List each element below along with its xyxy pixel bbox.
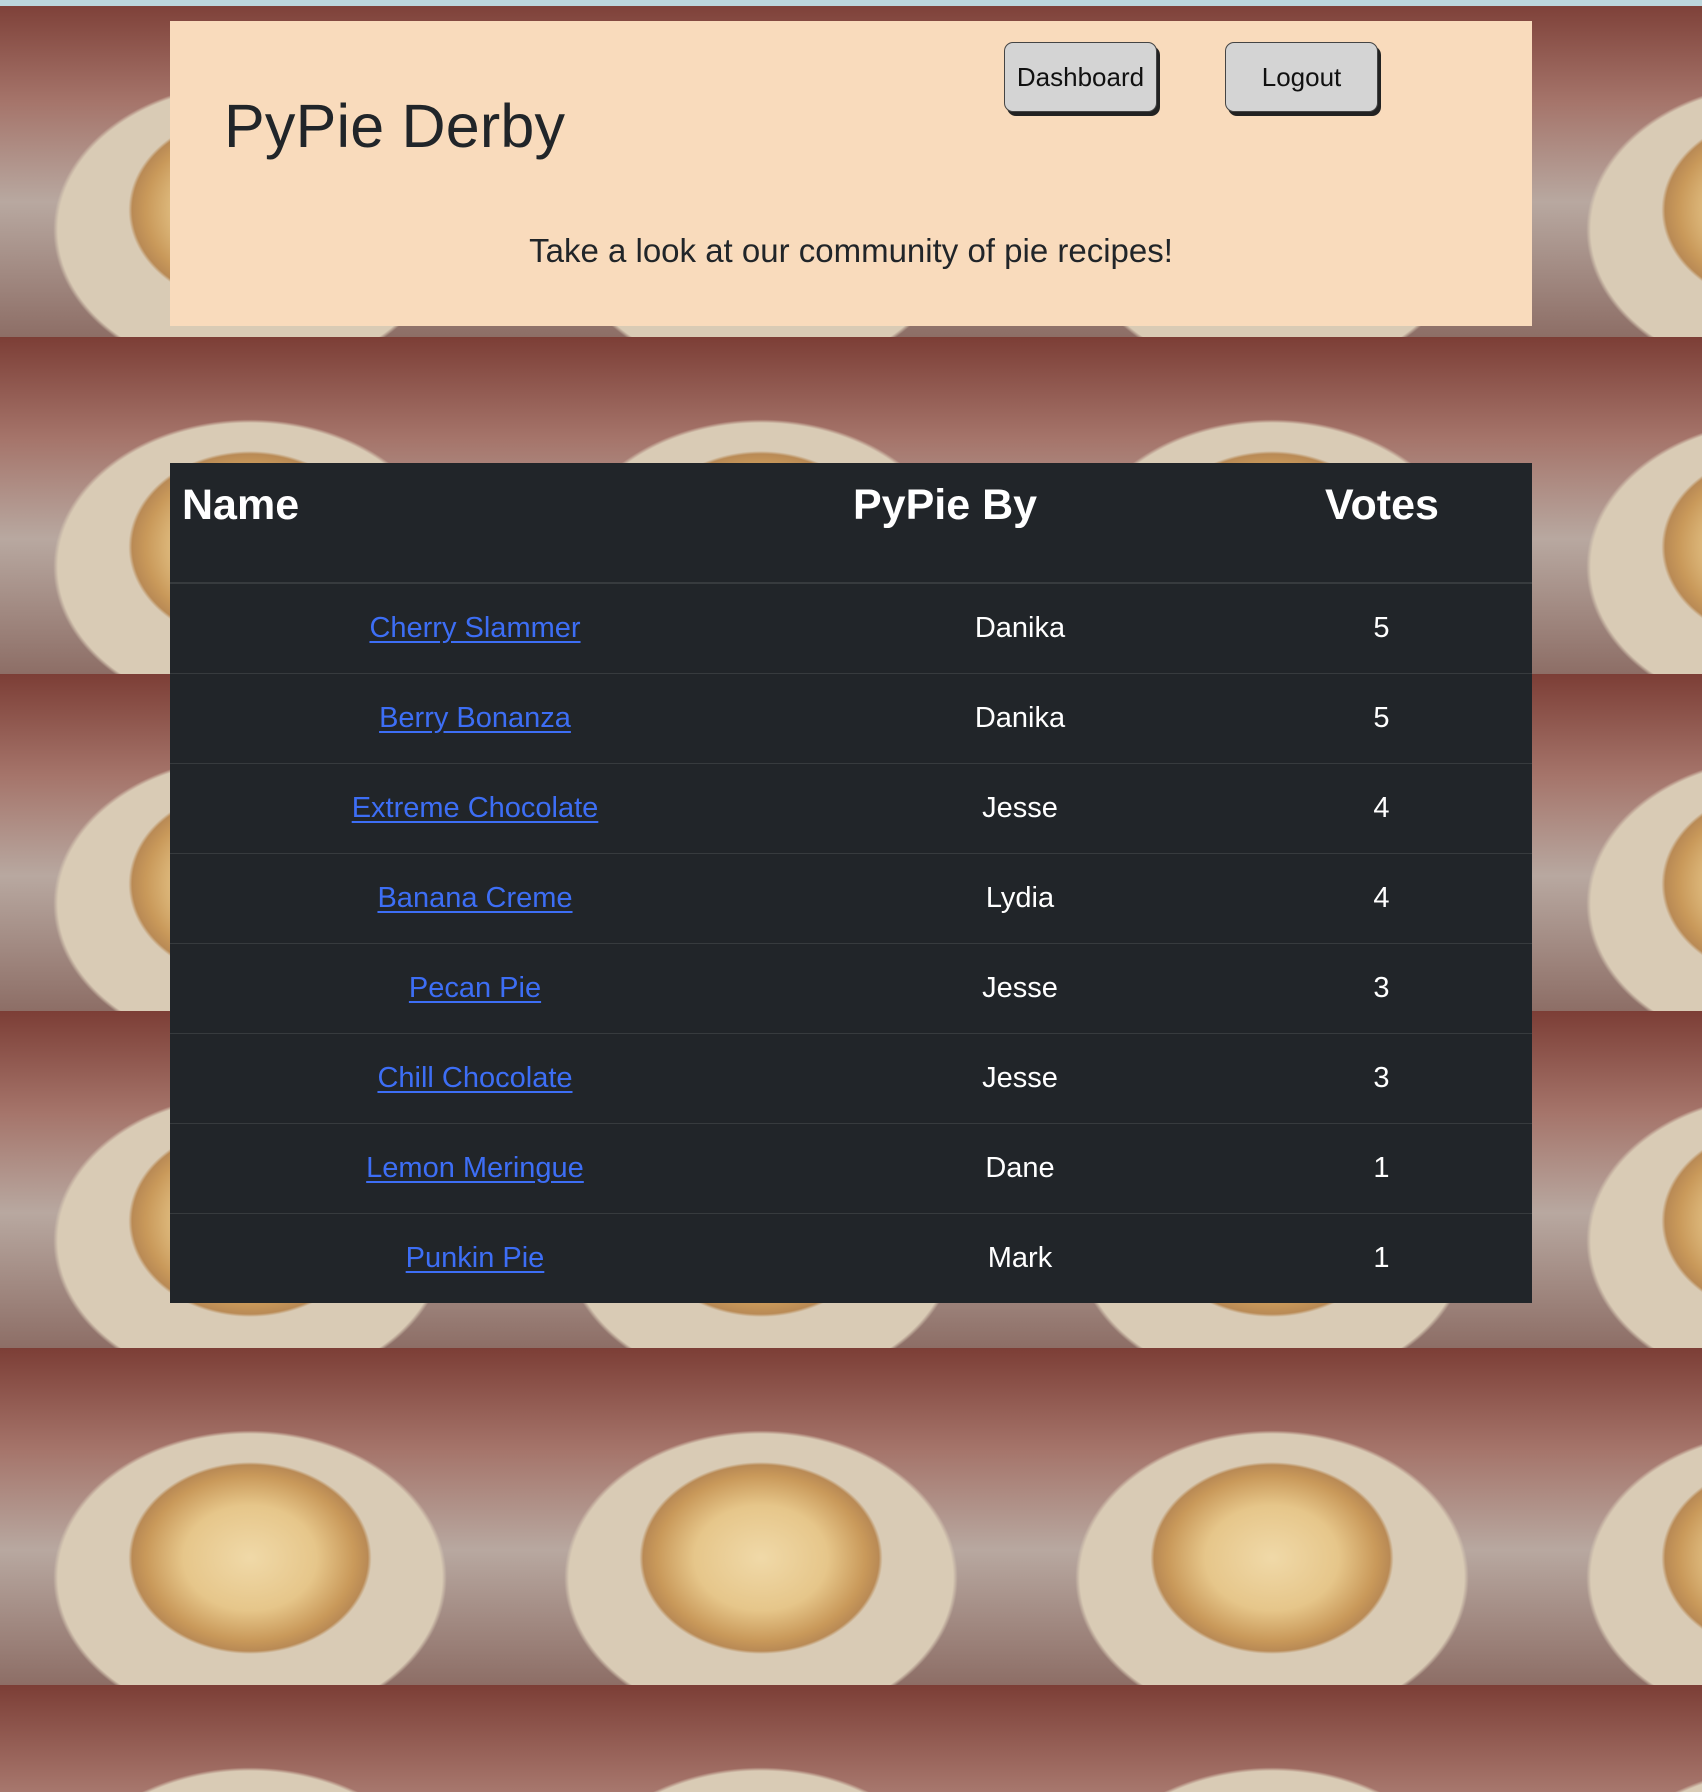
author-cell: Danika: [780, 673, 1260, 764]
pies-table: Name PyPie By Votes Cherry Slammer Danik…: [170, 463, 1532, 1303]
author-cell: Dane: [780, 1123, 1260, 1214]
name-cell: Berry Bonanza: [170, 673, 780, 764]
name-cell: Lemon Meringue: [170, 1123, 780, 1214]
table-row: Extreme Chocolate Jesse 4: [170, 763, 1532, 854]
name-cell: Chill Chocolate: [170, 1033, 780, 1124]
table-row: Banana Creme Lydia 4: [170, 853, 1532, 944]
votes-cell: 4: [1260, 763, 1532, 854]
dashboard-button[interactable]: Dashboard: [1004, 42, 1157, 112]
pie-link[interactable]: Lemon Meringue: [366, 1152, 584, 1184]
table-row: Chill Chocolate Jesse 3: [170, 1033, 1532, 1124]
column-header-votes: Votes: [1260, 463, 1532, 584]
author-cell: Jesse: [780, 763, 1260, 854]
pie-link[interactable]: Extreme Chocolate: [352, 792, 599, 824]
table-header: Name PyPie By Votes: [170, 463, 1532, 584]
page-title: PyPie Derby: [224, 92, 566, 160]
name-cell: Cherry Slammer: [170, 583, 780, 674]
table-row: Pecan Pie Jesse 3: [170, 943, 1532, 1034]
pie-link[interactable]: Chill Chocolate: [377, 1062, 572, 1094]
votes-cell: 3: [1260, 943, 1532, 1034]
browser-top-strip: [0, 0, 1702, 6]
page-header: PyPie Derby Dashboard Logout Take a look…: [170, 21, 1532, 326]
author-cell: Mark: [987, 1241, 1053, 1274]
table-row: Punkin Pie Mark 1: [170, 1213, 1532, 1303]
page-tagline: Take a look at our community of pie reci…: [529, 232, 1173, 269]
table-body: Cherry Slammer Danika 5 Berry Bonanza Da…: [170, 583, 1532, 1303]
pie-link[interactable]: Berry Bonanza: [379, 702, 571, 734]
pie-link[interactable]: Cherry Slammer: [369, 612, 580, 644]
pie-link[interactable]: Pecan Pie: [409, 972, 541, 1004]
column-header-name: Name: [170, 463, 780, 584]
header-row: Name PyPie By Votes: [170, 463, 1532, 584]
pies-table-container: Name PyPie By Votes Cherry Slammer Danik…: [170, 463, 1532, 1303]
author-cell: Jesse: [780, 1033, 1260, 1124]
votes-cell: 5: [1260, 673, 1532, 764]
votes-cell: 4: [1260, 853, 1532, 944]
author-cell: Lydia: [780, 853, 1260, 944]
name-cell: Extreme Chocolate: [170, 763, 780, 854]
name-cell: Banana Creme: [170, 853, 780, 944]
votes-cell: 1: [1260, 1123, 1532, 1214]
table-row: Cherry Slammer Danika 5: [170, 583, 1532, 674]
pie-link[interactable]: Banana Creme: [377, 882, 572, 914]
column-header-pypie-by: PyPie By: [780, 463, 1260, 584]
pie-link[interactable]: Punkin Pie: [406, 1242, 545, 1274]
table-row: Lemon Meringue Dane 1: [170, 1123, 1532, 1214]
author-cell: Danika: [780, 583, 1260, 674]
votes-cell: 1: [1373, 1241, 1390, 1274]
author-cell: Jesse: [780, 943, 1260, 1034]
name-cell: Punkin Pie: [170, 1213, 780, 1303]
logout-button[interactable]: Logout: [1225, 42, 1378, 112]
name-cell: Pecan Pie: [170, 943, 780, 1034]
votes-cell: 3: [1260, 1033, 1532, 1124]
table-row: Berry Bonanza Danika 5: [170, 673, 1532, 764]
votes-cell: 5: [1260, 583, 1532, 674]
